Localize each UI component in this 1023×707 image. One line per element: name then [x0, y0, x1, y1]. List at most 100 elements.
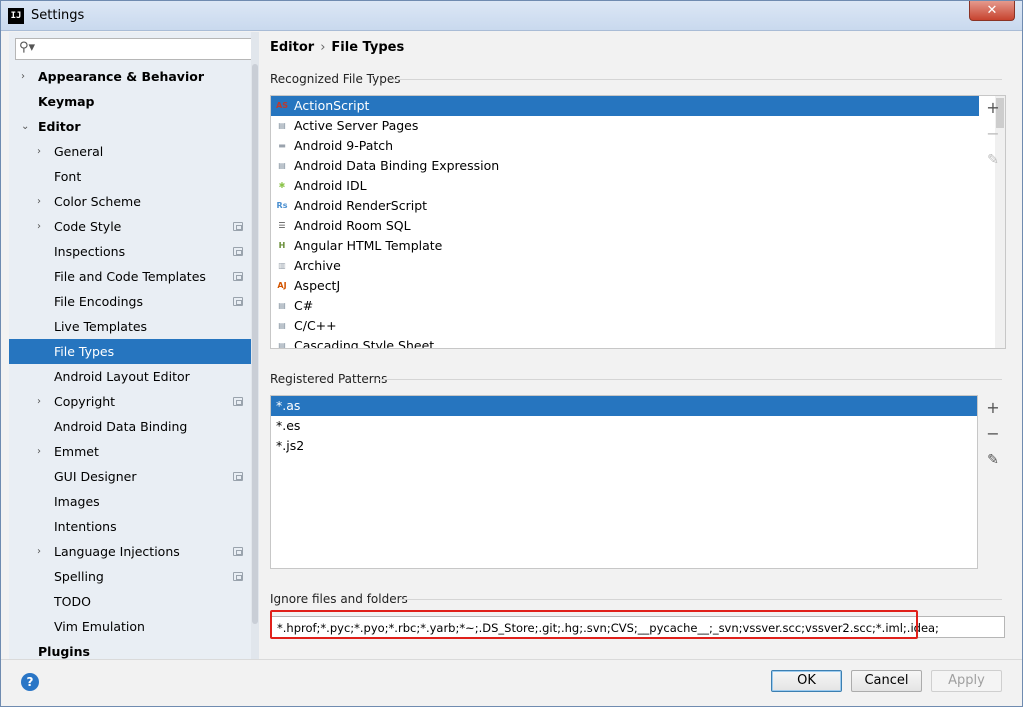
- sidebar-item-label: GUI Designer: [54, 469, 137, 484]
- database-icon: ☰: [278, 221, 286, 230]
- edit-file-type-button[interactable]: ✎: [983, 150, 1003, 170]
- project-scope-icon: [233, 472, 243, 481]
- file-type-label: Cascading Style Sheet: [294, 338, 435, 349]
- sidebar-item-copyright[interactable]: › Copyright: [9, 389, 259, 414]
- sidebar-item-color-scheme[interactable]: › Color Scheme: [9, 189, 259, 214]
- project-scope-icon: [233, 272, 243, 281]
- recognized-file-types-list[interactable]: AS ActionScript ▤ Active Server Pages ▬ Andro…: [270, 95, 1006, 349]
- sidebar-item-label: Editor: [38, 119, 81, 134]
- intellij-app-icon: IJ: [8, 8, 24, 24]
- list-item[interactable]: ▬ Android 9-Patch: [271, 136, 979, 156]
- apply-button[interactable]: Apply: [931, 670, 1002, 692]
- file-type-label: Archive: [294, 258, 341, 273]
- sidebar-item-label: Live Templates: [54, 319, 148, 334]
- list-item[interactable]: ▤ Cascading Style Sheet: [271, 336, 979, 349]
- list-item[interactable]: ▥ Archive: [271, 256, 979, 276]
- list-item[interactable]: ▤ Active Server Pages: [271, 116, 979, 136]
- file-type-label: ActionScript: [294, 98, 370, 113]
- sidebar-item-general[interactable]: › General: [9, 139, 259, 164]
- breadcrumb-parent[interactable]: Editor: [270, 40, 314, 55]
- list-item[interactable]: H Angular HTML Template: [271, 236, 979, 256]
- title-bar[interactable]: IJ Settings ✕: [1, 1, 1022, 31]
- chevron-right-icon[interactable]: ›: [37, 539, 41, 564]
- registered-patterns-title: Registered Patterns: [270, 372, 388, 386]
- chevron-down-icon[interactable]: ⌄: [21, 114, 29, 139]
- recognized-divider: [392, 79, 1002, 80]
- sidebar-item-appearance-behavior[interactable]: › Appearance & Behavior: [9, 64, 259, 89]
- sidebar-item-code-style[interactable]: › Code Style: [9, 214, 259, 239]
- sidebar-item-file-types[interactable]: File Types: [9, 339, 259, 364]
- sidebar-item-vim-emulation[interactable]: Vim Emulation: [9, 614, 259, 639]
- list-item[interactable]: ☰ Android Room SQL: [271, 216, 979, 236]
- sidebar-item-emmet[interactable]: › Emmet: [9, 439, 259, 464]
- sidebar-item-label: Android Layout Editor: [54, 369, 190, 384]
- project-scope-icon: [233, 572, 243, 581]
- sidebar-item-file-and-code-templates[interactable]: File and Code Templates: [9, 264, 259, 289]
- breadcrumb-separator: ›: [320, 40, 326, 55]
- registered-patterns-list[interactable]: *.as *.es *.js2: [270, 395, 978, 569]
- asp-file-icon: ▤: [278, 121, 286, 130]
- sidebar-item-android-data-binding[interactable]: Android Data Binding: [9, 414, 259, 439]
- ok-button[interactable]: OK: [771, 670, 842, 692]
- sidebar-item-label: Inspections: [54, 244, 126, 259]
- list-item[interactable]: *.js2: [271, 436, 977, 456]
- file-type-label: AspectJ: [294, 278, 341, 293]
- sidebar-item-label: Code Style: [54, 219, 122, 234]
- sidebar-item-live-templates[interactable]: Live Templates: [9, 314, 259, 339]
- breadcrumb-current: File Types: [331, 40, 405, 55]
- list-item[interactable]: AJ AspectJ: [271, 276, 979, 296]
- help-icon[interactable]: ?: [21, 673, 39, 691]
- cancel-button[interactable]: Cancel: [851, 670, 922, 692]
- sidebar-item-intentions[interactable]: Intentions: [9, 514, 259, 539]
- chevron-right-icon[interactable]: ›: [37, 389, 41, 414]
- actionscript-icon: AS: [276, 101, 288, 110]
- sidebar-item-label: Intentions: [54, 519, 117, 534]
- chevron-right-icon[interactable]: ›: [37, 214, 41, 239]
- list-item[interactable]: ✱ Android IDL: [271, 176, 979, 196]
- file-type-label: Android IDL: [294, 178, 367, 193]
- chevron-right-icon[interactable]: ›: [37, 189, 41, 214]
- sidebar-item-android-layout-editor[interactable]: Android Layout Editor: [9, 364, 259, 389]
- sidebar-item-label: File and Code Templates: [54, 269, 206, 284]
- chevron-right-icon[interactable]: ›: [37, 139, 41, 164]
- list-item[interactable]: *.es: [271, 416, 977, 436]
- settings-search[interactable]: ⚲▾: [15, 38, 253, 60]
- sidebar-item-todo[interactable]: TODO: [9, 589, 259, 614]
- chevron-right-icon[interactable]: ›: [37, 439, 41, 464]
- list-item[interactable]: ▤ C/C++: [271, 316, 979, 336]
- sidebar-item-gui-designer[interactable]: GUI Designer: [9, 464, 259, 489]
- sidebar-item-label: General: [54, 144, 104, 159]
- search-input[interactable]: [42, 41, 247, 57]
- dialog-footer: ? OK Cancel Apply: [1, 659, 1022, 706]
- sidebar-item-inspections[interactable]: Inspections: [9, 239, 259, 264]
- chevron-right-icon[interactable]: ›: [21, 64, 25, 89]
- sidebar-item-label: Color Scheme: [54, 194, 141, 209]
- edit-pattern-button[interactable]: ✎: [983, 450, 1003, 470]
- data-binding-icon: ▤: [278, 161, 286, 170]
- list-item[interactable]: ▤ C#: [271, 296, 979, 316]
- list-item[interactable]: ▤ Android Data Binding Expression: [271, 156, 979, 176]
- list-item[interactable]: *.as: [271, 396, 977, 416]
- list-item[interactable]: Rs Android RenderScript: [271, 196, 979, 216]
- file-type-label: Angular HTML Template: [294, 238, 443, 253]
- renderscript-icon: Rs: [276, 201, 288, 210]
- sidebar-item-file-encodings[interactable]: File Encodings: [9, 289, 259, 314]
- remove-file-type-button[interactable]: −: [983, 124, 1003, 144]
- html-file-icon: H: [278, 241, 286, 250]
- add-file-type-button[interactable]: +: [983, 98, 1003, 118]
- remove-pattern-button[interactable]: −: [983, 424, 1003, 444]
- file-type-label: C#: [294, 298, 314, 313]
- sidebar-item-images[interactable]: Images: [9, 489, 259, 514]
- sidebar-item-keymap[interactable]: Keymap: [9, 89, 259, 114]
- list-item[interactable]: AS ActionScript: [271, 96, 979, 116]
- sidebar-item-font[interactable]: Font: [9, 164, 259, 189]
- add-pattern-button[interactable]: +: [983, 398, 1003, 418]
- sidebar-scrollbar[interactable]: [251, 32, 259, 659]
- close-button[interactable]: ✕: [969, 1, 1015, 21]
- sidebar-item-language-injections[interactable]: › Language Injections: [9, 539, 259, 564]
- sidebar-item-editor[interactable]: ⌄ Editor: [9, 114, 259, 139]
- sidebar-scrollbar-thumb[interactable]: [252, 64, 258, 624]
- sidebar-item-spelling[interactable]: Spelling: [9, 564, 259, 589]
- sidebar-item-label: Vim Emulation: [54, 619, 145, 634]
- project-scope-icon: [233, 397, 243, 406]
